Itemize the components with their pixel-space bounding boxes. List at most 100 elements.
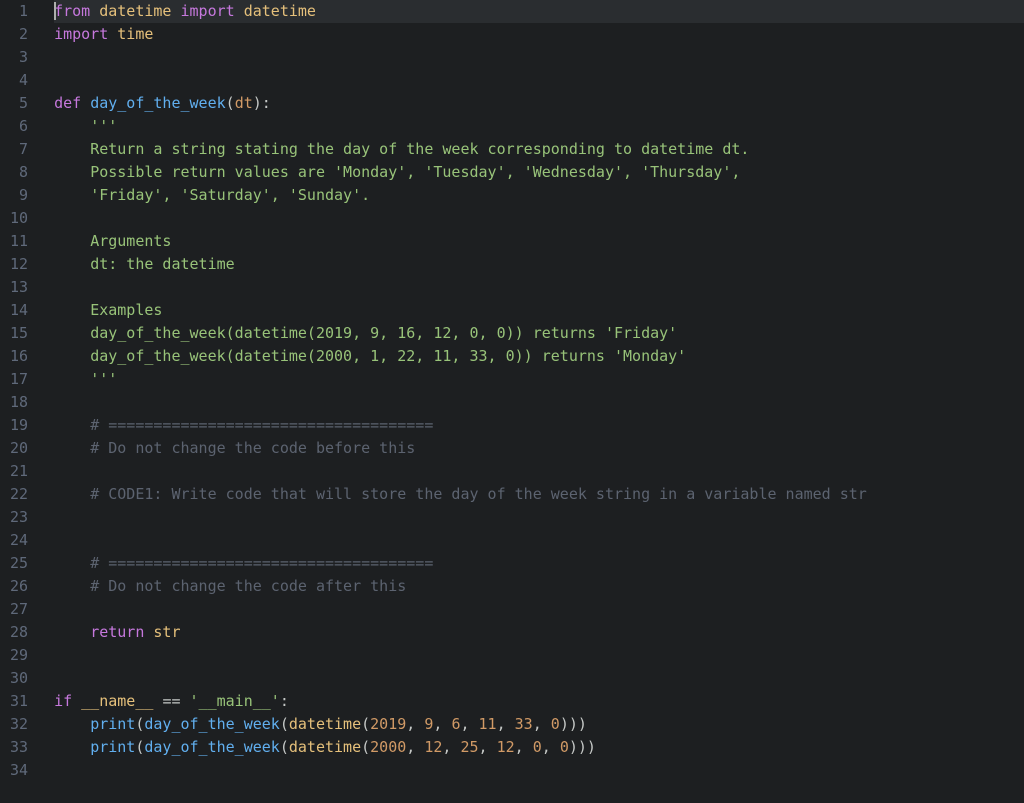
token-punc: ) (253, 94, 262, 112)
code-line[interactable]: day_of_the_week(datetime(2000, 1, 22, 11… (54, 345, 1024, 368)
code-line[interactable]: print(day_of_the_week(datetime(2019, 9, … (54, 713, 1024, 736)
token-cmt: # Do not change the code after this (90, 577, 406, 595)
code-editor[interactable]: 1234567891011121314151617181920212223242… (0, 0, 1024, 803)
line-number: 12 (10, 253, 28, 276)
token-doc: day_of_the_week(datetime(2000, 1, 22, 11… (90, 347, 686, 365)
token-param: dt (235, 94, 253, 112)
token-id (72, 692, 81, 710)
token-punc: , (515, 738, 533, 756)
text-cursor (54, 2, 56, 20)
token-doc: Examples (90, 301, 162, 319)
token-fn: day_of_the_week (144, 738, 279, 756)
token-cmt: # ==================================== (90, 416, 433, 434)
token-cmt: # Do not change the code before this (90, 439, 415, 457)
code-line[interactable]: # ==================================== (54, 414, 1024, 437)
token-class: datetime (289, 715, 361, 733)
line-number: 34 (10, 759, 28, 782)
token-kw: if (54, 692, 72, 710)
line-number: 6 (10, 115, 28, 138)
line-number: 30 (10, 667, 28, 690)
line-number: 3 (10, 46, 28, 69)
token-punc: , (406, 715, 424, 733)
code-line[interactable]: from datetime import datetime (54, 0, 1024, 23)
code-line[interactable] (54, 391, 1024, 414)
code-line[interactable]: Examples (54, 299, 1024, 322)
line-number: 32 (10, 713, 28, 736)
token-num: 0 (551, 715, 560, 733)
code-area[interactable]: from datetime import datetimeimport time… (44, 0, 1024, 803)
token-num: 33 (515, 715, 533, 733)
token-doc: Possible return values are 'Monday', 'Tu… (90, 163, 740, 181)
code-line[interactable]: Arguments (54, 230, 1024, 253)
code-line[interactable] (54, 529, 1024, 552)
token-punc: , (460, 715, 478, 733)
line-number: 7 (10, 138, 28, 161)
code-line[interactable] (54, 69, 1024, 92)
code-line[interactable]: dt: the datetime (54, 253, 1024, 276)
token-num: 11 (479, 715, 497, 733)
line-number: 31 (10, 690, 28, 713)
token-builtin: __name__ (81, 692, 153, 710)
line-number: 33 (10, 736, 28, 759)
token-punc: , (497, 715, 515, 733)
code-line[interactable]: import time (54, 23, 1024, 46)
token-punc: ( (226, 94, 235, 112)
token-kw: import (54, 25, 108, 43)
line-number: 13 (10, 276, 28, 299)
code-line[interactable]: return str (54, 621, 1024, 644)
line-number: 15 (10, 322, 28, 345)
code-line[interactable] (54, 46, 1024, 69)
code-line[interactable] (54, 460, 1024, 483)
line-number: 5 (10, 92, 28, 115)
token-kw: def (54, 94, 81, 112)
code-line[interactable] (54, 644, 1024, 667)
line-number: 18 (10, 391, 28, 414)
token-doc: day_of_the_week(datetime(2019, 9, 16, 12… (90, 324, 677, 342)
code-line[interactable]: Return a string stating the day of the w… (54, 138, 1024, 161)
code-line[interactable] (54, 598, 1024, 621)
code-line[interactable]: print(day_of_the_week(datetime(2000, 12,… (54, 736, 1024, 759)
token-id (108, 25, 117, 43)
token-doc: Return a string stating the day of the w… (90, 140, 749, 158)
line-number: 23 (10, 506, 28, 529)
token-punc: ( (361, 738, 370, 756)
code-line[interactable]: 'Friday', 'Saturday', 'Sunday'. (54, 184, 1024, 207)
token-num: 0 (533, 738, 542, 756)
token-mod: datetime (244, 2, 316, 20)
line-number: 28 (10, 621, 28, 644)
code-line[interactable]: # CODE1: Write code that will store the … (54, 483, 1024, 506)
code-line[interactable] (54, 276, 1024, 299)
token-punc: , (533, 715, 551, 733)
code-line[interactable]: ''' (54, 368, 1024, 391)
token-id (171, 2, 180, 20)
code-line[interactable]: # Do not change the code after this (54, 575, 1024, 598)
token-punc: , (542, 738, 560, 756)
line-number: 29 (10, 644, 28, 667)
code-line[interactable]: # ==================================== (54, 552, 1024, 575)
token-fn: day_of_the_week (144, 715, 279, 733)
code-line[interactable] (54, 506, 1024, 529)
code-line[interactable] (54, 667, 1024, 690)
token-num: 2000 (370, 738, 406, 756)
token-punc: , (442, 738, 460, 756)
line-number: 8 (10, 161, 28, 184)
code-line[interactable] (54, 759, 1024, 782)
token-punc: , (433, 715, 451, 733)
line-number: 22 (10, 483, 28, 506)
token-doc: dt: the datetime (90, 255, 235, 273)
token-fn: print (90, 738, 135, 756)
code-line[interactable]: day_of_the_week(datetime(2019, 9, 16, 12… (54, 322, 1024, 345)
token-num: 25 (460, 738, 478, 756)
line-number: 14 (10, 299, 28, 322)
line-number: 27 (10, 598, 28, 621)
line-number: 20 (10, 437, 28, 460)
line-number: 19 (10, 414, 28, 437)
code-line[interactable] (54, 207, 1024, 230)
code-line[interactable]: Possible return values are 'Monday', 'Tu… (54, 161, 1024, 184)
code-line[interactable]: # Do not change the code before this (54, 437, 1024, 460)
code-line[interactable]: ''' (54, 115, 1024, 138)
code-line[interactable]: def day_of_the_week(dt): (54, 92, 1024, 115)
code-line[interactable]: if __name__ == '__main__': (54, 690, 1024, 713)
line-number: 4 (10, 69, 28, 92)
token-num: 12 (424, 738, 442, 756)
